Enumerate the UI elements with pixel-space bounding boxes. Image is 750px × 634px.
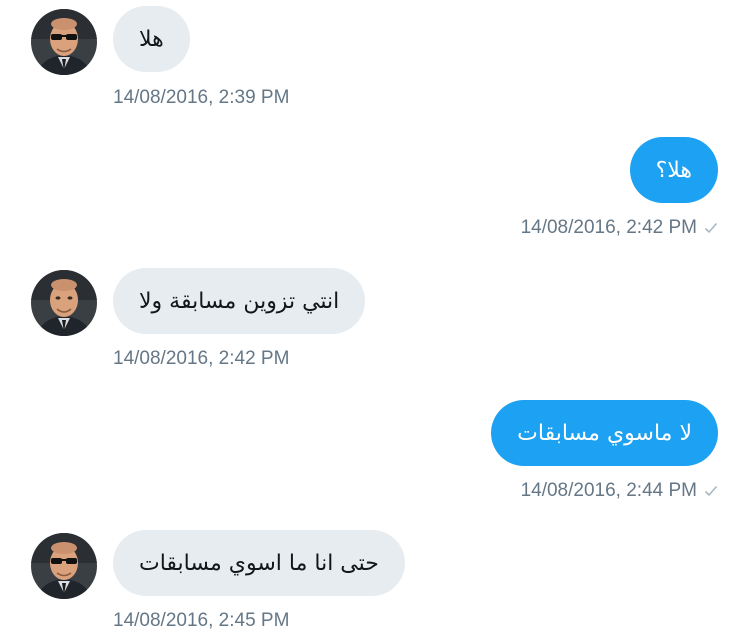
check-icon <box>704 221 718 235</box>
message-text: حتى انا ما اسوي مسابقات <box>139 550 379 576</box>
message-text: هلا؟ <box>655 157 692 183</box>
message-meta: 14/08/2016, 2:44 PM <box>521 480 718 502</box>
message-bubble-outgoing[interactable]: هلا؟ <box>629 137 718 203</box>
avatar[interactable] <box>31 533 97 599</box>
check-icon <box>704 484 718 498</box>
avatar[interactable] <box>31 9 97 75</box>
message-bubble-incoming[interactable]: حتى انا ما اسوي مسابقات <box>113 530 405 596</box>
message-thread: هلا 14/08/2016, 2:39 PM هلا؟ 14/08/2016,… <box>0 0 750 634</box>
avatar[interactable] <box>31 270 97 336</box>
message-text: انتي تزوين مسابقة ولا <box>139 288 340 314</box>
avatar-image <box>31 9 97 75</box>
message-meta: 14/08/2016, 2:42 PM <box>521 217 718 239</box>
message-bubble-incoming[interactable]: هلا <box>113 6 190 72</box>
message-timestamp: 14/08/2016, 2:42 PM <box>113 348 290 369</box>
message-timestamp: 14/08/2016, 2:42 PM <box>520 217 697 238</box>
message-timestamp: 14/08/2016, 2:45 PM <box>113 610 290 631</box>
avatar-image <box>31 533 97 599</box>
avatar-image <box>31 270 97 336</box>
message-timestamp: 14/08/2016, 2:39 PM <box>113 87 290 108</box>
message-timestamp: 14/08/2016, 2:44 PM <box>520 480 697 501</box>
message-text: لا ماسوي مسابقات <box>517 420 692 446</box>
message-bubble-outgoing[interactable]: لا ماسوي مسابقات <box>491 400 718 466</box>
message-text: هلا <box>139 26 164 52</box>
message-bubble-incoming[interactable]: انتي تزوين مسابقة ولا <box>113 268 366 334</box>
